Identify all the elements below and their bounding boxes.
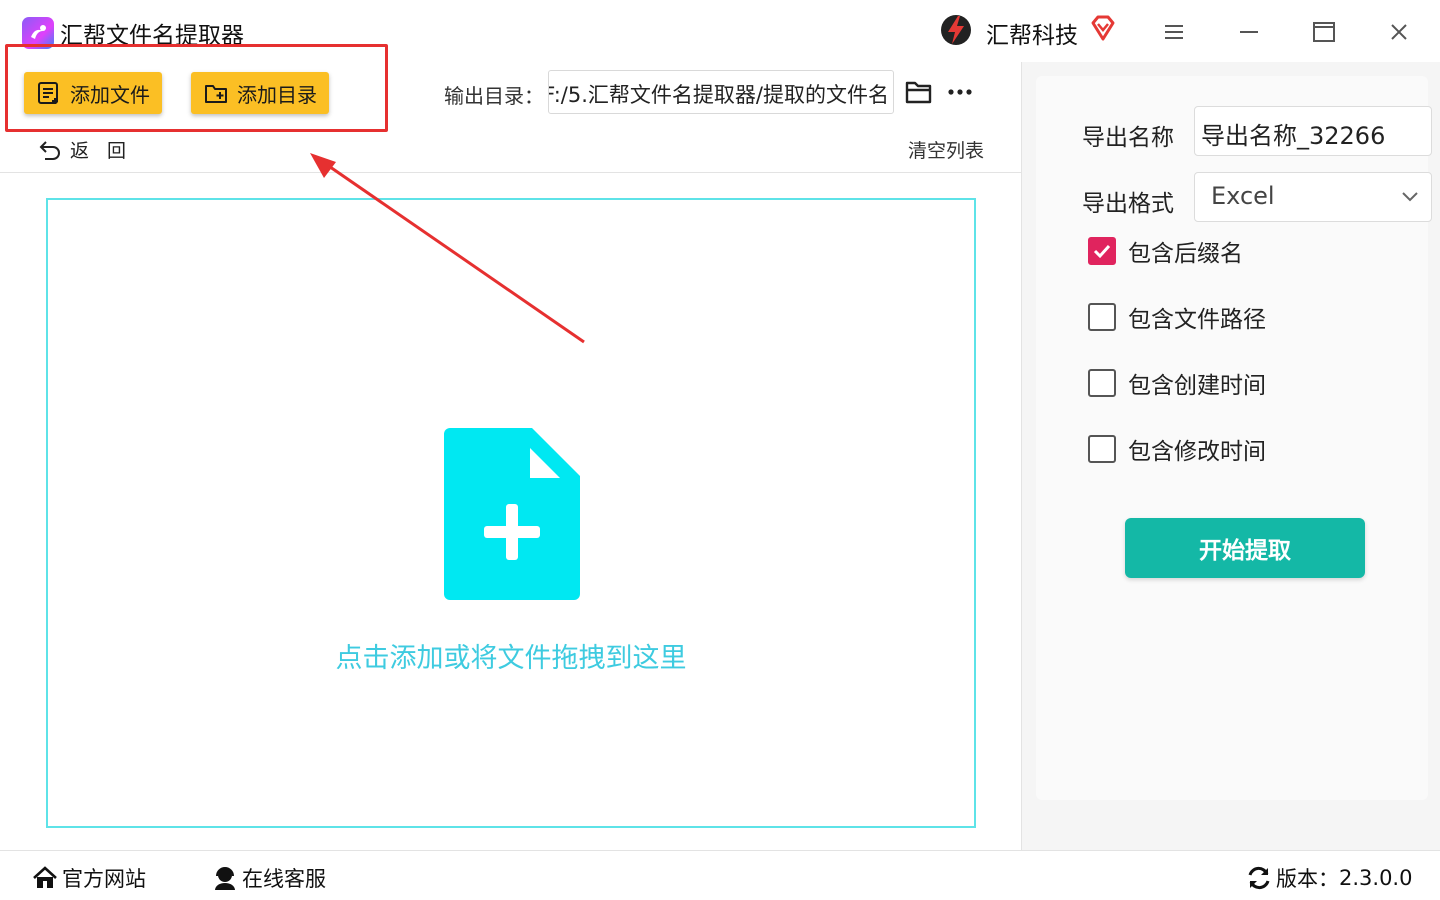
- output-dir-field[interactable]: F:/5.汇帮文件名提取器/提取的文件名: [548, 70, 894, 114]
- footer-bar: 官方网站 在线客服 版本： 2.3.0.0: [0, 850, 1440, 900]
- maximize-icon[interactable]: [1306, 14, 1342, 50]
- official-website-link[interactable]: 官方网站: [32, 863, 146, 893]
- version-value: 2.3.0.0: [1339, 866, 1413, 890]
- option-include-suffix[interactable]: 包含后缀名: [1088, 234, 1243, 268]
- support-agent-icon: [215, 867, 235, 890]
- back-arrow-icon: [39, 140, 60, 160]
- chevron-down-icon: [1402, 192, 1418, 202]
- version-info[interactable]: 版本： 2.3.0.0: [1246, 863, 1412, 893]
- toolbar: 添加文件 添加目录 输出目录： F:/5.汇帮文件名提取器/提取的文件名 返回 …: [0, 62, 1022, 172]
- app-title: 汇帮文件名提取器: [60, 23, 244, 49]
- option-include-path[interactable]: 包含文件路径: [1088, 300, 1266, 334]
- menu-icon[interactable]: [1156, 14, 1192, 50]
- clear-list-button[interactable]: 清空列表: [908, 136, 984, 163]
- checkbox-icon[interactable]: [1088, 303, 1116, 331]
- drop-zone-hint: 点击添加或将文件拖拽到这里: [335, 643, 687, 674]
- add-file-label: 添加文件: [70, 82, 150, 107]
- brand-logo-icon: [941, 15, 971, 45]
- output-dir-value: F:/5.汇帮文件名提取器/提取的文件名: [548, 83, 889, 107]
- export-name-input[interactable]: 导出名称_32266: [1194, 106, 1432, 156]
- online-support-link[interactable]: 在线客服: [212, 863, 326, 893]
- option-label: 包含创建时间: [1128, 373, 1266, 399]
- toolbar-divider: [0, 172, 1022, 173]
- option-label: 包含后缀名: [1128, 241, 1243, 267]
- minimize-icon[interactable]: [1231, 14, 1267, 50]
- export-format-value: Excel: [1211, 182, 1275, 210]
- back-button[interactable]: 返回: [38, 136, 144, 163]
- file-drop-zone[interactable]: 点击添加或将文件拖拽到这里: [46, 198, 976, 828]
- export-format-select[interactable]: Excel: [1194, 172, 1432, 222]
- app-logo-icon: [22, 17, 54, 49]
- settings-panel: 导出名称 导出名称_32266 导出格式 Excel 包含后缀名 包含文件路径 …: [1022, 62, 1440, 850]
- option-include-created-time[interactable]: 包含创建时间: [1088, 366, 1266, 400]
- checkbox-checked-icon[interactable]: [1088, 237, 1116, 265]
- online-support-label: 在线客服: [242, 867, 326, 891]
- add-file-icon: [38, 82, 58, 104]
- add-directory-button[interactable]: 添加目录: [191, 72, 329, 114]
- option-include-modified-time[interactable]: 包含修改时间: [1088, 432, 1266, 466]
- option-label: 包含修改时间: [1128, 439, 1266, 465]
- folder-open-icon[interactable]: [904, 78, 934, 106]
- close-icon[interactable]: [1381, 14, 1417, 50]
- add-directory-label: 添加目录: [237, 82, 317, 107]
- checkbox-icon[interactable]: [1088, 435, 1116, 463]
- brand-name: 汇帮科技: [986, 23, 1078, 49]
- title-bar: 汇帮文件名提取器 汇帮科技: [0, 0, 1440, 62]
- app-window: 汇帮文件名提取器 汇帮科技 添加文件 添加目录 输出目录： F:/5.汇帮文件名…: [0, 0, 1440, 900]
- start-extract-button[interactable]: 开始提取: [1125, 518, 1365, 578]
- output-dir-label: 输出目录：: [444, 84, 544, 108]
- back-label: 返回: [70, 140, 145, 162]
- vip-diamond-icon[interactable]: [1089, 14, 1117, 42]
- checkbox-icon[interactable]: [1088, 369, 1116, 397]
- option-label: 包含文件路径: [1128, 307, 1266, 333]
- export-name-label: 导出名称: [1082, 125, 1174, 151]
- add-file-button[interactable]: 添加文件: [24, 72, 162, 114]
- add-document-icon: [444, 428, 580, 600]
- official-website-label: 官方网站: [62, 867, 146, 891]
- version-label: 版本：: [1276, 867, 1339, 891]
- refresh-icon: [1248, 866, 1270, 890]
- more-options-icon[interactable]: [946, 80, 974, 104]
- settings-card: 导出名称 导出名称_32266 导出格式 Excel 包含后缀名 包含文件路径 …: [1036, 76, 1432, 800]
- export-format-label: 导出格式: [1082, 191, 1174, 217]
- home-icon: [33, 866, 57, 888]
- add-folder-icon: [205, 85, 227, 103]
